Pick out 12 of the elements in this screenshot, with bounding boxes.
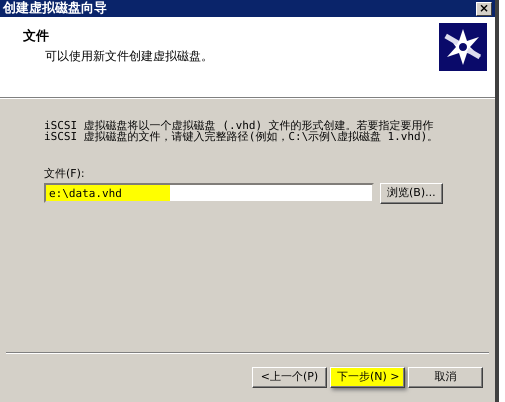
- file-path-field[interactable]: e:\data.vhd: [44, 183, 374, 203]
- wizard-button[interactable]: 下一步(N) >: [330, 367, 405, 388]
- field-label: 文件(F):: [44, 166, 86, 182]
- wizard-button[interactable]: <上一个(P): [252, 367, 327, 388]
- page-title: 文件: [23, 28, 50, 46]
- window-title: 创建虚拟磁盘向导: [3, 0, 107, 17]
- page-subtitle: 可以使用新文件创建虚拟磁盘。: [44, 48, 213, 64]
- close-button[interactable]: ×: [476, 2, 492, 16]
- description-text: iSCSI 虚拟磁盘的文件，请键入完整路径(例如，C:\示例\虚拟磁盘 1.vhd)。: [44, 131, 440, 142]
- wizard-button[interactable]: 取消: [408, 367, 483, 388]
- browse-button[interactable]: 浏览(B)...: [380, 182, 443, 204]
- description-text: iSCSI 虚拟磁盘将以一个虚拟磁盘 (.vhd) 文件的形式创建。若要指定要用作: [44, 120, 435, 131]
